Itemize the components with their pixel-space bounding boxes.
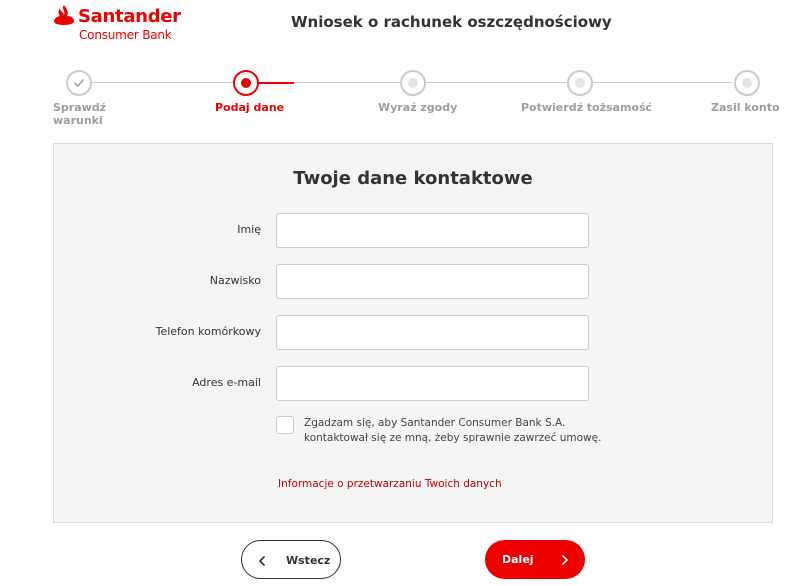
consent-text: Zgadzam się, aby Santander Consumer Bank…: [304, 417, 602, 444]
data-processing-info-link[interactable]: Informacje o przetwarzaniu Twoich danych: [278, 477, 502, 491]
next-button[interactable]: Dalej: [485, 540, 585, 579]
step-1-label: Sprawdź warunki: [53, 101, 107, 127]
santander-logo[interactable]: Santander Consumer Bank: [53, 4, 183, 42]
step-3-label: Wyraź zgody: [378, 101, 458, 114]
step-dot: [241, 78, 251, 88]
contact-form-panel: Twoje dane kontaktowe Imię Nazwisko Tele…: [53, 143, 773, 523]
checkmark-icon: [74, 79, 84, 87]
email-input[interactable]: [276, 366, 589, 401]
step-2-circle: [233, 70, 259, 96]
phone-label: Telefon komórkowy: [155, 325, 261, 338]
step-dot: [742, 78, 752, 88]
consent-checkbox[interactable]: [276, 416, 294, 434]
step-5-label: Zasil konto: [711, 101, 780, 114]
step-4-label: Potwierdź tożsamość: [521, 101, 653, 114]
back-button-label: Wstecz: [286, 554, 331, 567]
step-1-circle: [66, 70, 92, 96]
logo-subtitle: Consumer Bank: [79, 28, 172, 42]
chevron-right-icon: [562, 555, 568, 565]
chevron-left-icon: [259, 556, 265, 566]
step-5-circle: [734, 70, 760, 96]
logo-wordmark: Santander: [78, 6, 181, 27]
phone-input[interactable]: [276, 315, 589, 350]
step-2-label: Podaj dane: [215, 101, 285, 114]
step-dot: [408, 78, 418, 88]
flame-icon: [54, 5, 74, 25]
step-4-circle: [567, 70, 593, 96]
step-3-circle: [400, 70, 426, 96]
form-title: Twoje dane kontaktowe: [293, 168, 533, 189]
first-name-input[interactable]: [276, 213, 589, 248]
back-button[interactable]: Wstecz: [241, 540, 341, 579]
first-name-label: Imię: [237, 223, 261, 236]
step-dot: [575, 78, 585, 88]
last-name-label: Nazwisko: [209, 274, 261, 287]
page-title: Wniosek o rachunek oszczędnościowy: [291, 13, 612, 31]
next-button-label: Dalej: [502, 553, 534, 566]
last-name-input[interactable]: [276, 264, 589, 299]
email-label: Adres e-mail: [192, 376, 261, 389]
